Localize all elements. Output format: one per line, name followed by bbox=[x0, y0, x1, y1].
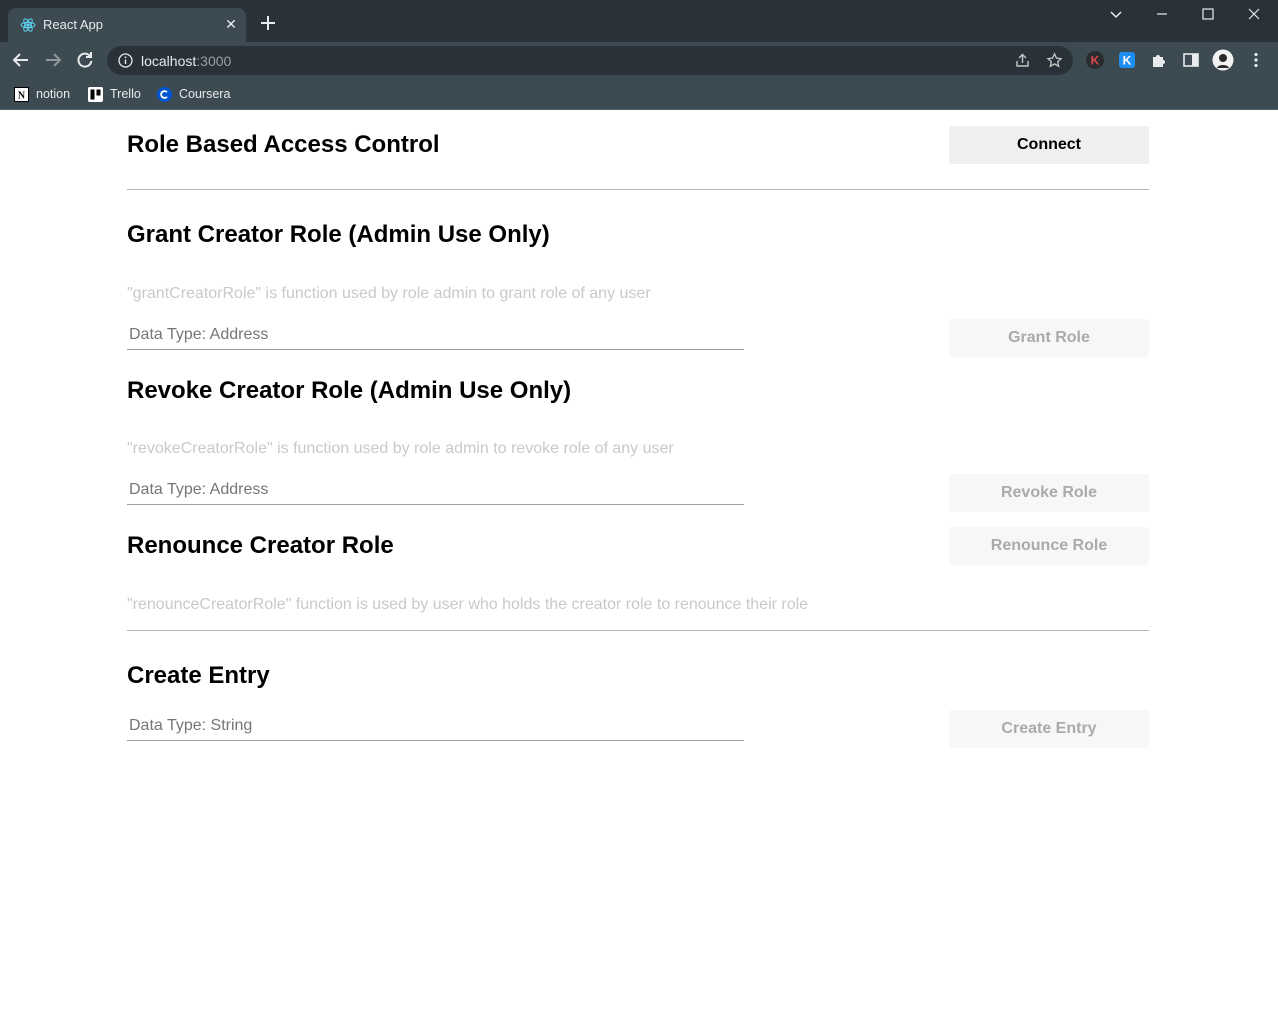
side-panel-icon[interactable] bbox=[1181, 50, 1201, 70]
minimize-icon[interactable] bbox=[1152, 4, 1172, 24]
notion-icon: N bbox=[14, 86, 29, 102]
coursera-icon bbox=[157, 86, 172, 102]
bookmark-label: Trello bbox=[110, 87, 141, 101]
divider bbox=[127, 189, 1149, 190]
info-icon[interactable] bbox=[118, 53, 133, 68]
back-arrow-icon[interactable] bbox=[10, 50, 32, 70]
create-entry-input[interactable] bbox=[127, 711, 744, 741]
maximize-icon[interactable] bbox=[1198, 4, 1218, 24]
revoke-address-input[interactable] bbox=[127, 475, 744, 505]
page-title: Role Based Access Control bbox=[127, 131, 440, 158]
bookmark-star-icon[interactable] bbox=[1046, 52, 1063, 69]
extensions-puzzle-icon[interactable] bbox=[1149, 50, 1169, 70]
bookmark-trello[interactable]: Trello bbox=[88, 84, 141, 104]
grant-section-title: Grant Creator Role (Admin Use Only) bbox=[127, 221, 550, 248]
more-menu-icon[interactable] bbox=[1246, 50, 1266, 70]
reload-icon[interactable] bbox=[74, 50, 96, 70]
url-text: localhost:3000 bbox=[141, 53, 232, 69]
revoke-description: "revokeCreatorRole" is function used by … bbox=[127, 440, 674, 457]
bookmarks-bar: N notion Trello Coursera bbox=[0, 78, 1278, 110]
revoke-section-title: Revoke Creator Role (Admin Use Only) bbox=[127, 377, 572, 404]
svg-text:N: N bbox=[18, 90, 26, 101]
new-tab-icon[interactable] bbox=[258, 13, 278, 33]
create-entry-button[interactable]: Create Entry bbox=[949, 710, 1149, 748]
browser-titlebar: React App ✕ bbox=[0, 0, 1278, 42]
divider bbox=[127, 630, 1149, 631]
grant-address-input[interactable] bbox=[127, 320, 744, 350]
page-content: Role Based Access Control Connect Grant … bbox=[0, 111, 1278, 1030]
extension-k-blue-icon[interactable]: K bbox=[1117, 50, 1137, 70]
tab-search-chevron-icon[interactable] bbox=[1106, 4, 1126, 24]
close-window-icon[interactable] bbox=[1244, 4, 1264, 24]
renounce-section-title: Renounce Creator Role bbox=[127, 532, 394, 559]
bookmark-notion[interactable]: N notion bbox=[14, 84, 70, 104]
address-bar[interactable]: localhost:3000 bbox=[107, 46, 1073, 75]
renounce-role-button[interactable]: Renounce Role bbox=[949, 527, 1149, 565]
react-icon bbox=[20, 17, 36, 33]
renounce-description: "renounceCreatorRole" function is used b… bbox=[127, 596, 809, 613]
bookmark-coursera[interactable]: Coursera bbox=[157, 84, 230, 104]
close-tab-icon[interactable]: ✕ bbox=[222, 15, 240, 33]
browser-tab[interactable]: React App ✕ bbox=[8, 8, 246, 42]
create-entry-title: Create Entry bbox=[127, 662, 270, 689]
extension-k-dark-icon[interactable]: K bbox=[1085, 50, 1105, 70]
bookmark-label: notion bbox=[36, 87, 71, 101]
revoke-role-button[interactable]: Revoke Role bbox=[949, 474, 1149, 512]
grant-description: "grantCreatorRole" is function used by r… bbox=[127, 285, 651, 302]
connect-button[interactable]: Connect bbox=[949, 126, 1149, 164]
svg-text:K: K bbox=[1123, 54, 1132, 68]
tab-title: React App bbox=[43, 17, 103, 32]
profile-avatar-icon[interactable] bbox=[1212, 49, 1234, 71]
svg-text:K: K bbox=[1091, 54, 1100, 68]
forward-arrow-icon[interactable] bbox=[42, 50, 64, 70]
trello-icon bbox=[88, 86, 103, 102]
bookmark-label: Coursera bbox=[179, 87, 231, 101]
browser-toolbar: localhost:3000 K K bbox=[0, 42, 1278, 78]
share-icon[interactable] bbox=[1014, 52, 1031, 69]
grant-role-button[interactable]: Grant Role bbox=[949, 319, 1149, 357]
